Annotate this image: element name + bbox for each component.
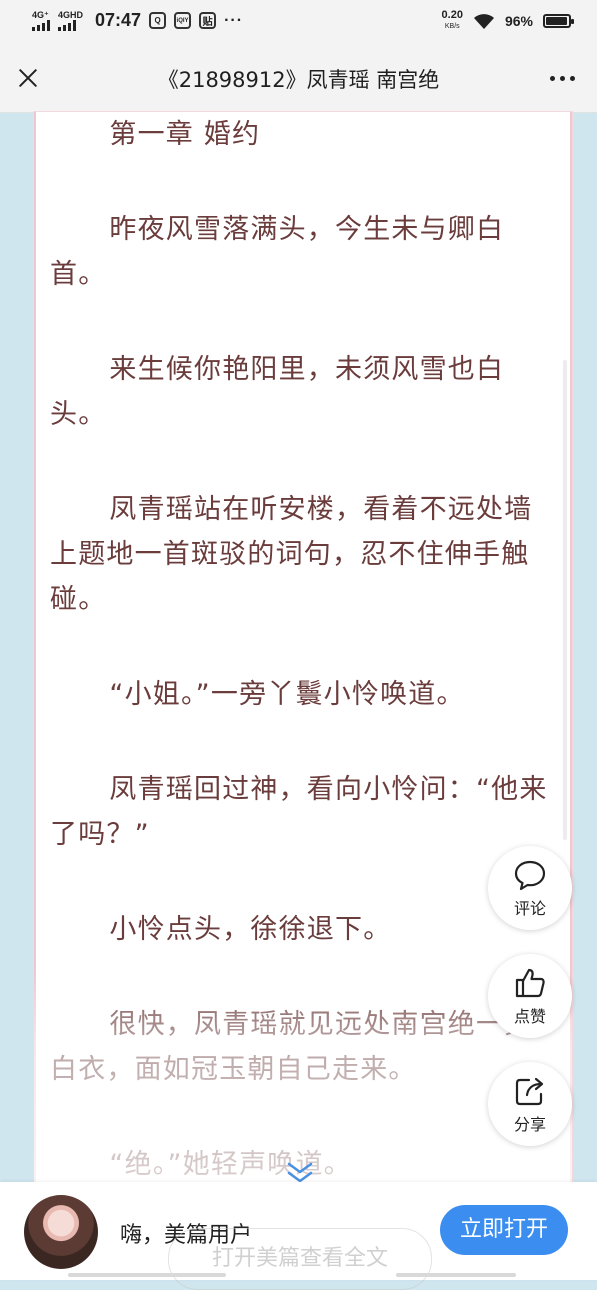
share-icon xyxy=(515,1077,544,1105)
network-speed-value: 0.20 xyxy=(441,9,463,21)
paragraph: 凤青瑶站在听安楼，看着不远处墙上题地一首斑驳的词句，忍不住伸手触碰。 xyxy=(50,494,533,615)
article-body: 第一章 婚约 昨夜风雪落满头，今生未与卿白首。 来生候你艳阳里，未须风雪也白头。… xyxy=(50,112,550,1187)
battery-percent: 96% xyxy=(504,13,533,29)
status-bar: 4G⁺ 4GHD 07:47 Q iQIY 贴 ··· 0.20 KB/s 96… xyxy=(0,0,597,44)
greeting-text: 嗨，美篇用户 xyxy=(120,1223,253,1248)
like-label: 点赞 xyxy=(513,1006,546,1026)
comment-icon xyxy=(514,860,546,890)
network-speed-unit: KB/s xyxy=(444,23,460,30)
bottom-app-banner: 嗨，美篇用户 立即打开 xyxy=(0,1182,597,1280)
home-indicator xyxy=(68,1273,226,1277)
more-notifications-icon: ··· xyxy=(224,11,244,29)
close-icon[interactable] xyxy=(14,64,42,92)
nav-bar: 《21898912》凤青瑶 南宫绝 xyxy=(0,44,597,113)
notification-q-icon: Q xyxy=(149,12,167,29)
signal-4g-icon: 4G⁺ xyxy=(32,9,50,31)
signal-1-label: 4G⁺ xyxy=(32,9,49,20)
more-menu-icon[interactable] xyxy=(550,76,575,81)
like-button[interactable]: 点赞 xyxy=(488,954,572,1038)
chapter-heading: 第一章 婚约 xyxy=(109,119,261,150)
paragraph: 很快，凤青瑶就见远处南宫绝一身白衣，面如冠玉朝自己走来。 xyxy=(50,1009,533,1085)
network-speed: 0.20 KB/s xyxy=(442,10,463,32)
scrollbar[interactable] xyxy=(563,360,567,840)
share-label: 分享 xyxy=(513,1114,546,1134)
paragraph: “小姐。”一旁丫鬟小怜唤道。 xyxy=(109,679,465,710)
signal-4ghd-icon: 4GHD xyxy=(58,9,84,31)
comment-label: 评论 xyxy=(513,898,546,918)
paragraph: 凤青瑶回过神，看向小怜问：“他来了吗？” xyxy=(50,774,548,850)
battery-icon xyxy=(543,14,574,28)
paragraph: 来生候你艳阳里，未须风雪也白头。 xyxy=(50,354,505,430)
comment-button[interactable]: 评论 xyxy=(488,846,572,930)
page-title: 《21898912》凤青瑶 南宫绝 xyxy=(157,68,440,92)
notification-iqiyi-icon: iQIY xyxy=(174,12,192,29)
signal-2-label: 4GHD xyxy=(58,9,84,20)
avatar[interactable] xyxy=(24,1195,98,1269)
notification-tieba-icon: 贴 xyxy=(199,12,217,29)
battery-fill xyxy=(546,17,568,25)
paragraph: 昨夜风雪落满头，今生未与卿白首。 xyxy=(50,214,505,290)
share-button[interactable]: 分享 xyxy=(488,1062,572,1146)
thumbs-up-icon xyxy=(515,968,545,997)
paragraph: 小怜点头，徐徐退下。 xyxy=(109,914,392,945)
wifi-icon xyxy=(473,14,494,29)
clock: 07:47 xyxy=(95,10,142,30)
open-app-button[interactable]: 立即打开 xyxy=(440,1205,568,1255)
home-indicator-right xyxy=(396,1273,516,1277)
